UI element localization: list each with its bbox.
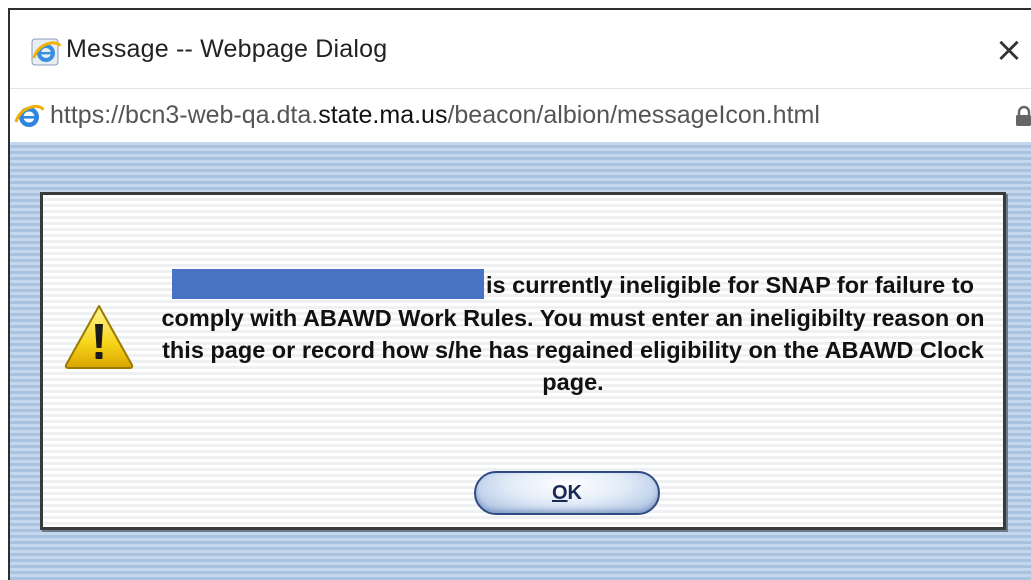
ie-icon (31, 38, 62, 66)
message-text: is currently ineligible for SNAP for fai… (153, 268, 993, 398)
title-bar: Message -- Webpage Dialog × (10, 10, 1031, 86)
dialog-content: is currently ineligible for SNAP for fai… (10, 142, 1031, 580)
warning-icon (64, 305, 134, 369)
ok-rest: K (567, 481, 582, 504)
ie-icon (14, 105, 44, 127)
url-path: /beacon/albion/messageIcon.html (447, 101, 820, 129)
dialog-window: Message -- Webpage Dialog × https://bcn3… (8, 8, 1031, 580)
ok-button[interactable]: OK (474, 471, 660, 515)
url-prefix: https://bcn3-web-qa.dta. (50, 101, 319, 129)
redacted-name (172, 268, 485, 299)
url-text: https://bcn3-web-qa.dta.state.ma.us/beac… (50, 101, 820, 130)
message-box: is currently ineligible for SNAP for fai… (40, 192, 1006, 530)
url-host: state.ma.us (318, 101, 448, 129)
address-bar: https://bcn3-web-qa.dta.state.ma.us/beac… (10, 88, 1031, 141)
dialog-title: Message -- Webpage Dialog (66, 35, 388, 63)
ok-mnemonic: O (551, 481, 568, 504)
close-icon: × (994, 30, 1024, 70)
close-button[interactable]: × (989, 30, 1029, 70)
lock-icon (1016, 105, 1031, 126)
